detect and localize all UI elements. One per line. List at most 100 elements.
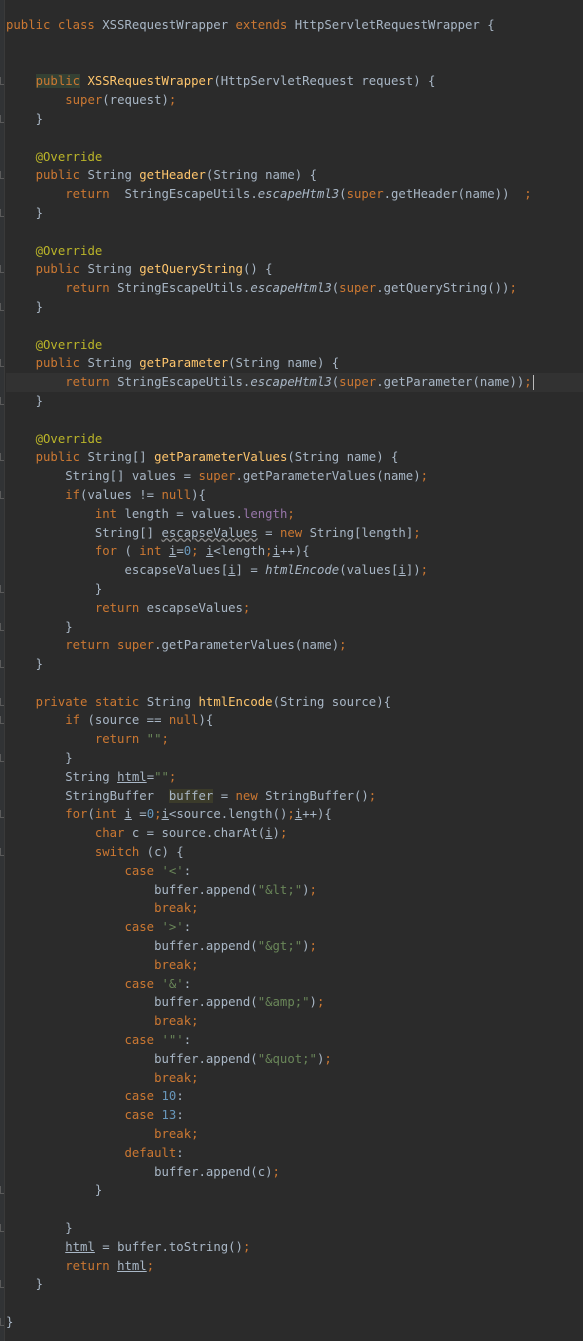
code-line[interactable]: @Override <box>6 242 583 261</box>
fold-marker-icon[interactable] <box>0 396 4 405</box>
fold-marker-icon[interactable] <box>0 848 4 857</box>
code-line[interactable]: public class XSSRequestWrapper extends H… <box>6 16 583 35</box>
fold-marker-icon[interactable] <box>0 1317 4 1326</box>
code-line[interactable]: return escapseValues; <box>6 599 583 618</box>
code-line[interactable]: } <box>0 204 583 223</box>
code-line[interactable]: if(values != null){ <box>0 486 583 505</box>
code-line[interactable]: public String getHeader(String name) { <box>0 166 583 185</box>
code-line[interactable]: char c = source.charAt(i); <box>6 824 583 843</box>
code-line[interactable]: break; <box>6 1125 583 1144</box>
code-line[interactable]: break; <box>6 899 583 918</box>
code-editor[interactable]: public class XSSRequestWrapper extends H… <box>0 0 583 1341</box>
code-line[interactable]: String[] values = super.getParameterValu… <box>6 467 583 486</box>
code-line[interactable]: return html; <box>6 1257 583 1276</box>
fold-marker-icon[interactable] <box>0 660 4 669</box>
code-line[interactable]: } <box>0 749 583 768</box>
fold-marker-icon[interactable] <box>0 114 4 123</box>
code-line[interactable]: case '&': <box>6 975 583 994</box>
code-line[interactable]: buffer.append("&quot;"); <box>6 1050 583 1069</box>
fold-marker-icon[interactable] <box>0 490 4 499</box>
fold-marker-icon[interactable] <box>0 302 4 311</box>
code-line[interactable]: public String getParameter(String name) … <box>0 354 583 373</box>
code-line[interactable]: } <box>0 618 583 637</box>
code-line[interactable]: return ""; <box>6 730 583 749</box>
code-line[interactable] <box>6 35 583 54</box>
fold-marker-icon[interactable] <box>0 1224 4 1232</box>
code-line[interactable] <box>6 674 583 693</box>
code-line[interactable] <box>6 54 583 73</box>
code-line[interactable]: return StringEscapeUtils.escapeHtml3(sup… <box>6 185 583 204</box>
code-line[interactable]: public String[] getParameterValues(Strin… <box>0 448 583 467</box>
code-line[interactable] <box>6 1294 583 1313</box>
code-line[interactable]: buffer.append("&gt;"); <box>6 937 583 956</box>
code-line[interactable]: escapseValues[i] = htmlEncode(values[i])… <box>6 561 583 580</box>
code-line[interactable]: @Override <box>6 336 583 355</box>
code-line[interactable]: StringBuffer buffer = new StringBuffer()… <box>6 787 583 806</box>
code-line[interactable]: } <box>0 1275 583 1294</box>
fold-marker-icon[interactable] <box>0 1186 4 1195</box>
code-token: super <box>339 281 377 296</box>
code-line[interactable] <box>6 317 583 336</box>
fold-marker-icon[interactable] <box>0 359 4 368</box>
code-line[interactable]: } <box>0 1181 583 1200</box>
code-line[interactable]: break; <box>6 956 583 975</box>
code-line[interactable]: break; <box>6 1069 583 1088</box>
code-line[interactable]: } <box>0 298 583 317</box>
fold-marker-icon[interactable] <box>0 716 4 725</box>
code-line[interactable]: for ( int i=0; i<length;i++){ <box>6 542 583 561</box>
code-line[interactable]: @Override <box>6 430 583 449</box>
code-line[interactable]: switch (c) { <box>0 843 583 862</box>
code-line[interactable]: break; <box>6 1012 583 1031</box>
code-line[interactable]: return StringEscapeUtils.escapeHtml3(sup… <box>6 279 583 298</box>
fold-marker-icon[interactable] <box>0 810 4 819</box>
fold-marker-icon[interactable] <box>0 171 4 180</box>
code-line[interactable]: } <box>0 1313 583 1332</box>
code-line[interactable] <box>6 223 583 242</box>
code-line[interactable]: return StringEscapeUtils.escapeHtml3(sup… <box>6 373 583 392</box>
fold-marker-icon[interactable] <box>0 697 4 706</box>
fold-marker-icon[interactable] <box>0 77 4 86</box>
code-line[interactable]: } <box>0 392 583 411</box>
fold-marker-icon[interactable] <box>0 265 4 274</box>
code-line[interactable]: } <box>0 1219 583 1238</box>
code-line[interactable]: html = buffer.toString(); <box>6 1238 583 1257</box>
code-line[interactable]: buffer.append("&amp;"); <box>6 993 583 1012</box>
code-line[interactable]: return super.getParameterValues(name); <box>6 636 583 655</box>
fold-marker-icon[interactable] <box>0 622 4 631</box>
fold-marker-icon[interactable] <box>0 208 4 217</box>
code-token: return super <box>65 638 155 653</box>
code-line[interactable]: public String getQueryString() { <box>0 260 583 279</box>
fold-marker-icon[interactable] <box>0 1280 4 1289</box>
code-line[interactable]: for(int i =0;i<source.length();i++){ <box>0 805 583 824</box>
code-line[interactable] <box>6 1200 583 1219</box>
code-line[interactable]: case '<': <box>6 862 583 881</box>
code-line[interactable]: } <box>0 580 583 599</box>
code-line[interactable] <box>6 411 583 430</box>
fold-marker-icon[interactable] <box>0 754 4 763</box>
fold-marker-icon[interactable] <box>0 453 4 462</box>
fold-marker-icon[interactable] <box>0 584 4 593</box>
code-line[interactable]: buffer.append("&lt;"); <box>6 881 583 900</box>
code-line[interactable]: case '>': <box>6 918 583 937</box>
code-line[interactable]: } <box>0 655 583 674</box>
code-token: buffer.append( <box>6 882 258 897</box>
code-line[interactable]: public XSSRequestWrapper(HttpServletRequ… <box>0 72 583 91</box>
code-line[interactable]: private static String htmlEncode(String … <box>0 693 583 712</box>
code-line[interactable]: String html=""; <box>6 768 583 787</box>
code-line[interactable]: super(request); <box>6 91 583 110</box>
code-line[interactable]: default: <box>6 1144 583 1163</box>
code-line[interactable] <box>6 129 583 148</box>
code-line[interactable]: case 13: <box>6 1106 583 1125</box>
code-line[interactable]: if (source == null){ <box>0 711 583 730</box>
code-line[interactable]: String[] escapseValues = new String[leng… <box>6 524 583 543</box>
code-line[interactable]: @Override <box>6 148 583 167</box>
code-line[interactable]: case 10: <box>6 1087 583 1106</box>
editor-gutter[interactable] <box>0 0 5 1341</box>
code-line[interactable]: buffer.append(c); <box>6 1163 583 1182</box>
code-line[interactable]: int length = values.length; <box>6 505 583 524</box>
code-line[interactable]: case '"': <box>6 1031 583 1050</box>
code-line[interactable]: } <box>0 110 583 129</box>
